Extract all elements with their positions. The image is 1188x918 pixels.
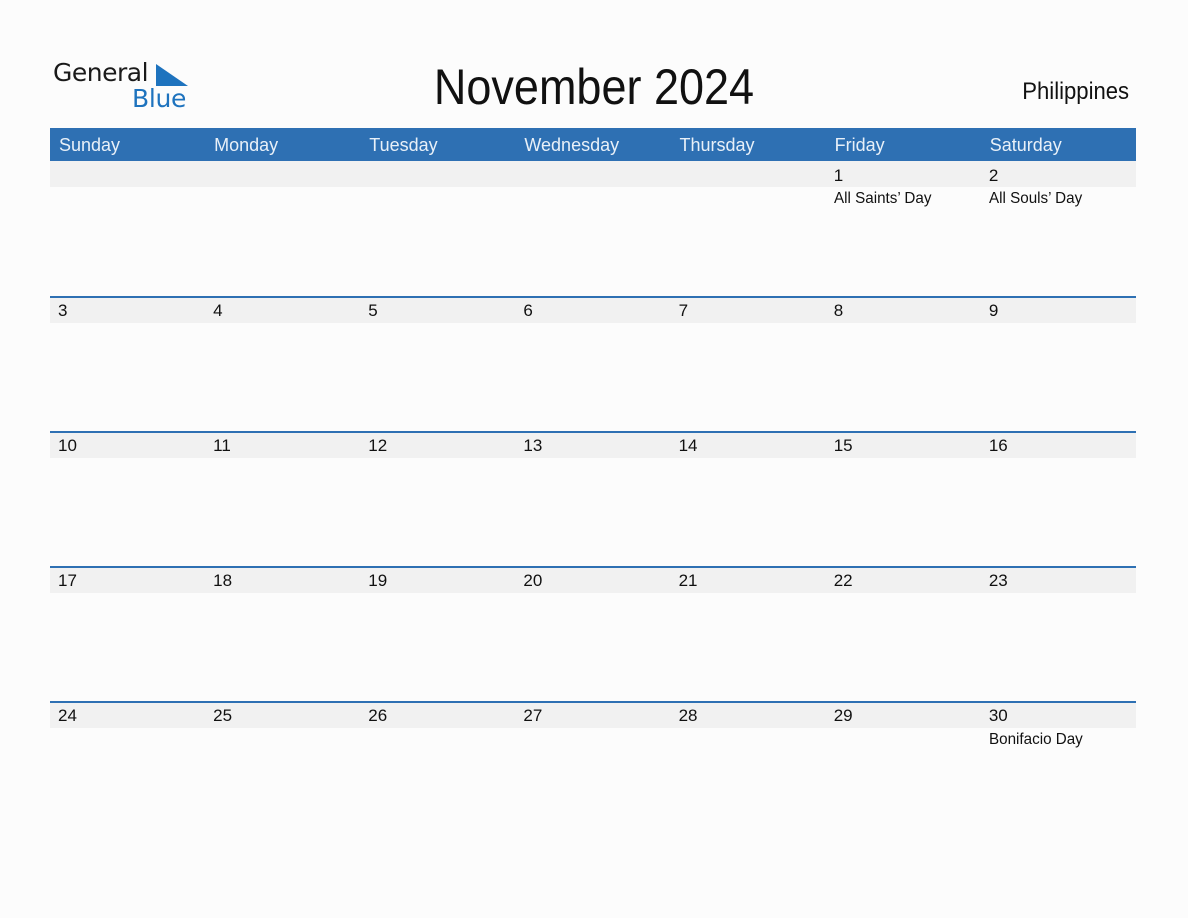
day-cell: 6 — [515, 296, 670, 431]
week-row: 1 All Saints’ Day 2 All Souls’ Day — [50, 161, 1136, 296]
day-number: 25 — [213, 706, 233, 725]
day-number: 3 — [58, 301, 68, 320]
day-cell: 11 — [205, 431, 360, 566]
day-cell: 8 — [826, 296, 981, 431]
week-row: 3 4 5 6 7 8 9 — [50, 296, 1136, 431]
weekday-friday: Friday — [834, 135, 885, 155]
day-cell: 12 — [360, 431, 515, 566]
day-number: 2 — [988, 166, 999, 185]
day-cell: 29 — [826, 701, 981, 836]
day-cell: 27 — [515, 701, 670, 836]
day-cell: 25 — [205, 701, 360, 836]
weekday-wednesday: Wednesday — [524, 135, 620, 155]
day-cell: 24 — [50, 701, 205, 836]
day-cell: 4 — [205, 296, 360, 431]
day-cell: 9 — [981, 296, 1136, 431]
day-number: 23 — [988, 571, 1008, 590]
weekday-saturday: Saturday — [989, 135, 1062, 155]
day-cell: 3 — [50, 296, 205, 431]
week-row: 10 11 12 13 14 15 16 — [50, 431, 1136, 566]
day-cell: 10 — [50, 431, 205, 566]
day-number: 18 — [213, 571, 233, 590]
day-cell: 28 — [671, 701, 826, 836]
day-number: 26 — [368, 706, 388, 725]
day-cell — [50, 161, 205, 296]
weekday-sunday: Sunday — [59, 135, 121, 155]
day-number: 13 — [523, 436, 543, 455]
holiday-label: Bonifacio Day — [988, 731, 1083, 748]
day-number: 17 — [58, 571, 77, 590]
day-number: 5 — [368, 301, 378, 320]
day-cell — [671, 161, 826, 296]
day-number: 29 — [833, 706, 853, 725]
day-number: 28 — [678, 706, 698, 725]
week-row: 24 25 26 27 28 29 30 Bonifacio Day — [50, 701, 1136, 836]
holiday-label: All Souls’ Day — [988, 190, 1083, 207]
weekday-monday: Monday — [214, 135, 279, 155]
day-number: 27 — [523, 706, 543, 725]
day-number: 14 — [678, 436, 698, 455]
day-number: 6 — [523, 301, 533, 320]
day-number: 30 — [988, 706, 1008, 725]
day-number: 1 — [833, 166, 844, 185]
weekday-thursday: Thursday — [679, 135, 755, 155]
day-cell: 21 — [671, 566, 826, 701]
day-cell: 1 All Saints’ Day — [826, 161, 981, 296]
day-cell: 15 — [826, 431, 981, 566]
day-cell: 14 — [671, 431, 826, 566]
day-number: 21 — [678, 571, 698, 590]
week-row: 17 18 19 20 21 22 23 — [50, 566, 1136, 701]
day-number: 20 — [523, 571, 543, 590]
day-number: 22 — [833, 571, 853, 590]
day-cell: 7 — [671, 296, 826, 431]
day-number: 10 — [58, 436, 77, 455]
day-number: 9 — [988, 301, 999, 320]
day-cell: 20 — [515, 566, 670, 701]
calendar-title: November 2024 — [433, 59, 755, 115]
day-cell: 5 — [360, 296, 515, 431]
day-cell — [360, 161, 515, 296]
day-cell: 30 Bonifacio Day — [981, 701, 1136, 836]
weekday-header: Sunday Monday Tuesday Wednesday Thursday… — [50, 128, 1136, 161]
day-number: 4 — [213, 301, 223, 320]
day-cell — [515, 161, 670, 296]
day-cell: 18 — [205, 566, 360, 701]
day-cell: 23 — [981, 566, 1136, 701]
weekday-tuesday: Tuesday — [369, 135, 438, 155]
day-cell: 22 — [826, 566, 981, 701]
day-number: 15 — [833, 436, 853, 455]
day-cell: 16 — [981, 431, 1136, 566]
day-number: 16 — [988, 436, 1008, 455]
day-cell: 2 All Souls’ Day — [981, 161, 1136, 296]
day-number: 7 — [678, 301, 689, 320]
day-cell: 26 — [360, 701, 515, 836]
day-number: 8 — [833, 301, 844, 320]
day-number: 11 — [213, 436, 231, 455]
day-cell: 19 — [360, 566, 515, 701]
day-number: 12 — [368, 436, 388, 455]
holiday-label: All Saints’ Day — [833, 190, 932, 207]
day-cell — [205, 161, 360, 296]
day-number: 24 — [58, 706, 77, 725]
day-cell: 13 — [515, 431, 670, 566]
day-number: 19 — [368, 571, 388, 590]
day-cell: 17 — [50, 566, 205, 701]
country-label: Philippines — [1022, 78, 1129, 105]
